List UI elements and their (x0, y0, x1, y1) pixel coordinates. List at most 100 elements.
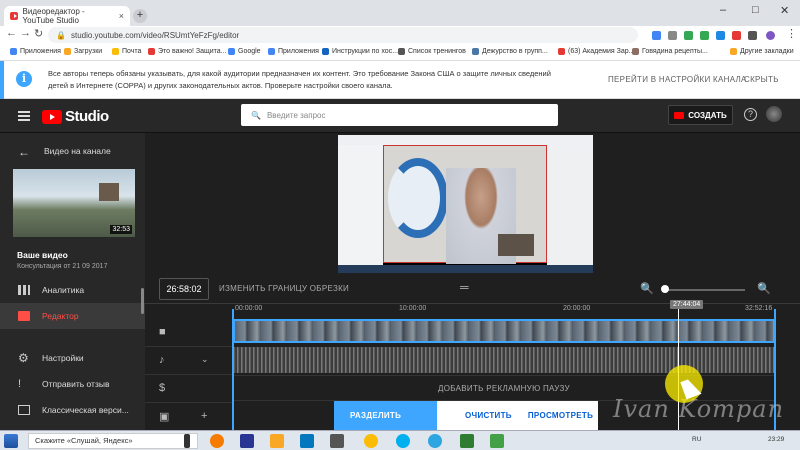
video-track[interactable] (233, 319, 775, 343)
preview-webcam-frame (383, 145, 547, 264)
preview-button[interactable]: ПРОСМОТРЕТЬ (528, 411, 593, 420)
avatar[interactable] (766, 106, 782, 122)
bookmark-item[interactable]: Это важно! Защита... (148, 48, 227, 55)
sidebar-item-classic[interactable]: Классическая верси... (0, 397, 145, 423)
sidebar-item-analytics[interactable]: Аналитика (0, 277, 145, 303)
sidebar-scrollbar[interactable] (141, 288, 144, 314)
skype-icon[interactable] (396, 434, 410, 448)
tab-close-icon[interactable]: × (119, 11, 124, 21)
bookmark-item[interactable]: Список тренингов (398, 48, 466, 55)
video-preview[interactable] (338, 135, 593, 273)
zoom-slider-knob[interactable] (661, 285, 669, 293)
camera-icon (674, 111, 685, 119)
video-thumbnail[interactable]: 32:53 (13, 169, 135, 237)
back-arrow-icon[interactable]: ← (6, 27, 17, 39)
extension-icon[interactable] (748, 31, 757, 40)
video-subtitle: Консультация от 21 09 2017 (17, 263, 108, 270)
word-icon[interactable] (300, 434, 314, 448)
music-note-icon: ♪ (159, 354, 165, 366)
maximize-button[interactable]: □ (752, 4, 759, 16)
close-window-button[interactable]: ✕ (780, 4, 789, 17)
studio-logo-text: Studio (65, 108, 109, 125)
browser-tab[interactable]: Видеоредактор - YouTube Studio × (4, 6, 130, 26)
bookmark-item[interactable]: Говядина рецепты... (632, 48, 708, 55)
search-input[interactable]: 🔍 Введите запрос (241, 104, 558, 126)
windows-start-icon[interactable] (4, 434, 18, 448)
bookmark-icon (268, 48, 275, 55)
bookmark-label: Говядина рецепты... (642, 48, 708, 55)
extension-icon[interactable] (716, 31, 725, 40)
firefox-icon[interactable] (210, 434, 224, 448)
taskbar-search-input[interactable]: Скажите «Слушай, Яндекс» (28, 433, 198, 449)
time-display[interactable]: 26:58:02 (159, 278, 209, 300)
os-taskbar: Скажите «Слушай, Яндекс» RU 23:29 (0, 430, 800, 450)
back-arrow-icon[interactable]: ← (18, 145, 30, 159)
extension-icon[interactable] (652, 31, 661, 40)
save-icon[interactable] (240, 434, 254, 448)
telegram-icon[interactable] (428, 434, 442, 448)
add-icon[interactable]: + (201, 410, 207, 422)
hamburger-menu-icon[interactable] (18, 111, 30, 123)
split-button[interactable]: РАЗДЕЛИТЬ (334, 401, 437, 430)
endscreen-icon: ▣ (159, 411, 170, 423)
trim-handle-left[interactable] (232, 309, 234, 430)
bookmark-item[interactable]: (63) Академия Зар... (558, 48, 634, 55)
bookmark-icon (322, 48, 329, 55)
reload-icon[interactable]: ↻ (34, 27, 43, 40)
bookmark-icon (112, 48, 119, 55)
tab-title: Видеоредактор - YouTube Studio (22, 7, 85, 25)
camtasia-icon[interactable] (460, 434, 474, 448)
sidebar-item-settings[interactable]: ⚙ Настройки (0, 345, 145, 371)
zoom-slider[interactable] (663, 289, 745, 291)
studio-logo[interactable]: Studio (42, 108, 109, 125)
chevron-down-icon[interactable]: ⌄ (201, 354, 209, 365)
bookmark-item[interactable]: Google (228, 48, 261, 55)
sidebar-item-label: Классическая верси... (42, 405, 129, 415)
sidebar-item-feedback[interactable]: ! Отправить отзыв (0, 371, 145, 397)
bookmark-item[interactable]: Приложения (10, 48, 61, 55)
bookmark-item[interactable]: Дежурство в групп... (472, 48, 548, 55)
extension-icon[interactable] (732, 31, 741, 40)
url-field[interactable]: 🔒 studio.youtube.com/video/RSUmtYeFzFg/e… (48, 27, 638, 43)
hide-notice-link[interactable]: СКРЫТЬ (744, 75, 779, 84)
other-bookmarks[interactable]: Другие закладки (730, 48, 794, 55)
language-indicator[interactable]: RU (692, 436, 701, 443)
folder-icon[interactable] (270, 434, 284, 448)
microphone-icon[interactable] (184, 434, 190, 448)
new-tab-button[interactable]: + (133, 9, 147, 23)
chrome-icon[interactable] (364, 434, 378, 448)
trim-button[interactable]: ИЗМЕНИТЬ ГРАНИЦУ ОБРЕЗКИ (219, 284, 349, 293)
channel-settings-link[interactable]: ПЕРЕЙТИ В НАСТРОЙКИ КАНАЛА (608, 75, 747, 84)
folder-icon (730, 48, 737, 55)
clock[interactable]: 23:29 (768, 436, 784, 443)
extension-icon[interactable] (668, 31, 677, 40)
bookmark-item[interactable]: Почта (112, 48, 141, 55)
bookmark-item[interactable]: Приложения (268, 48, 319, 55)
clear-button[interactable]: ОЧИСТИТЬ (465, 411, 512, 420)
extension-icon[interactable] (684, 31, 693, 40)
preview-pip (498, 234, 534, 256)
back-to-videos-link[interactable]: Видео на канале (44, 146, 111, 156)
menu-dots-icon[interactable]: ⋮ (786, 27, 797, 40)
drag-handle-icon[interactable]: ═ (460, 280, 469, 294)
bookmark-label: Загрузки (74, 48, 103, 55)
sidebar-item-editor[interactable]: Редактор (0, 303, 145, 329)
playhead-time: 27:44:04 (670, 300, 704, 309)
bookmark-item[interactable]: Загрузки (64, 48, 102, 55)
studio-header: Studio 🔍 Введите запрос СОЗДАТЬ ? (0, 99, 800, 133)
search-placeholder: Введите запрос (266, 110, 326, 120)
forward-arrow-icon[interactable]: → (20, 27, 31, 39)
help-icon[interactable]: ? (744, 108, 757, 121)
create-button[interactable]: СОЗДАТЬ (668, 105, 733, 125)
other-bookmarks-label: Другие закладки (740, 48, 794, 55)
app-icon[interactable] (330, 434, 344, 448)
extension-icon[interactable] (700, 31, 709, 40)
bookmark-label: Это важно! Защита... (158, 48, 227, 55)
lock-icon: 🔒 (56, 30, 66, 40)
profile-icon[interactable] (766, 31, 775, 40)
bookmark-item[interactable]: Инструкции по хос... (322, 48, 398, 55)
zoom-out-icon[interactable]: 🔍 (640, 282, 654, 295)
app-icon[interactable] (490, 434, 504, 448)
minimize-button[interactable]: – (720, 4, 726, 16)
zoom-in-icon[interactable]: 🔍 (757, 282, 771, 295)
